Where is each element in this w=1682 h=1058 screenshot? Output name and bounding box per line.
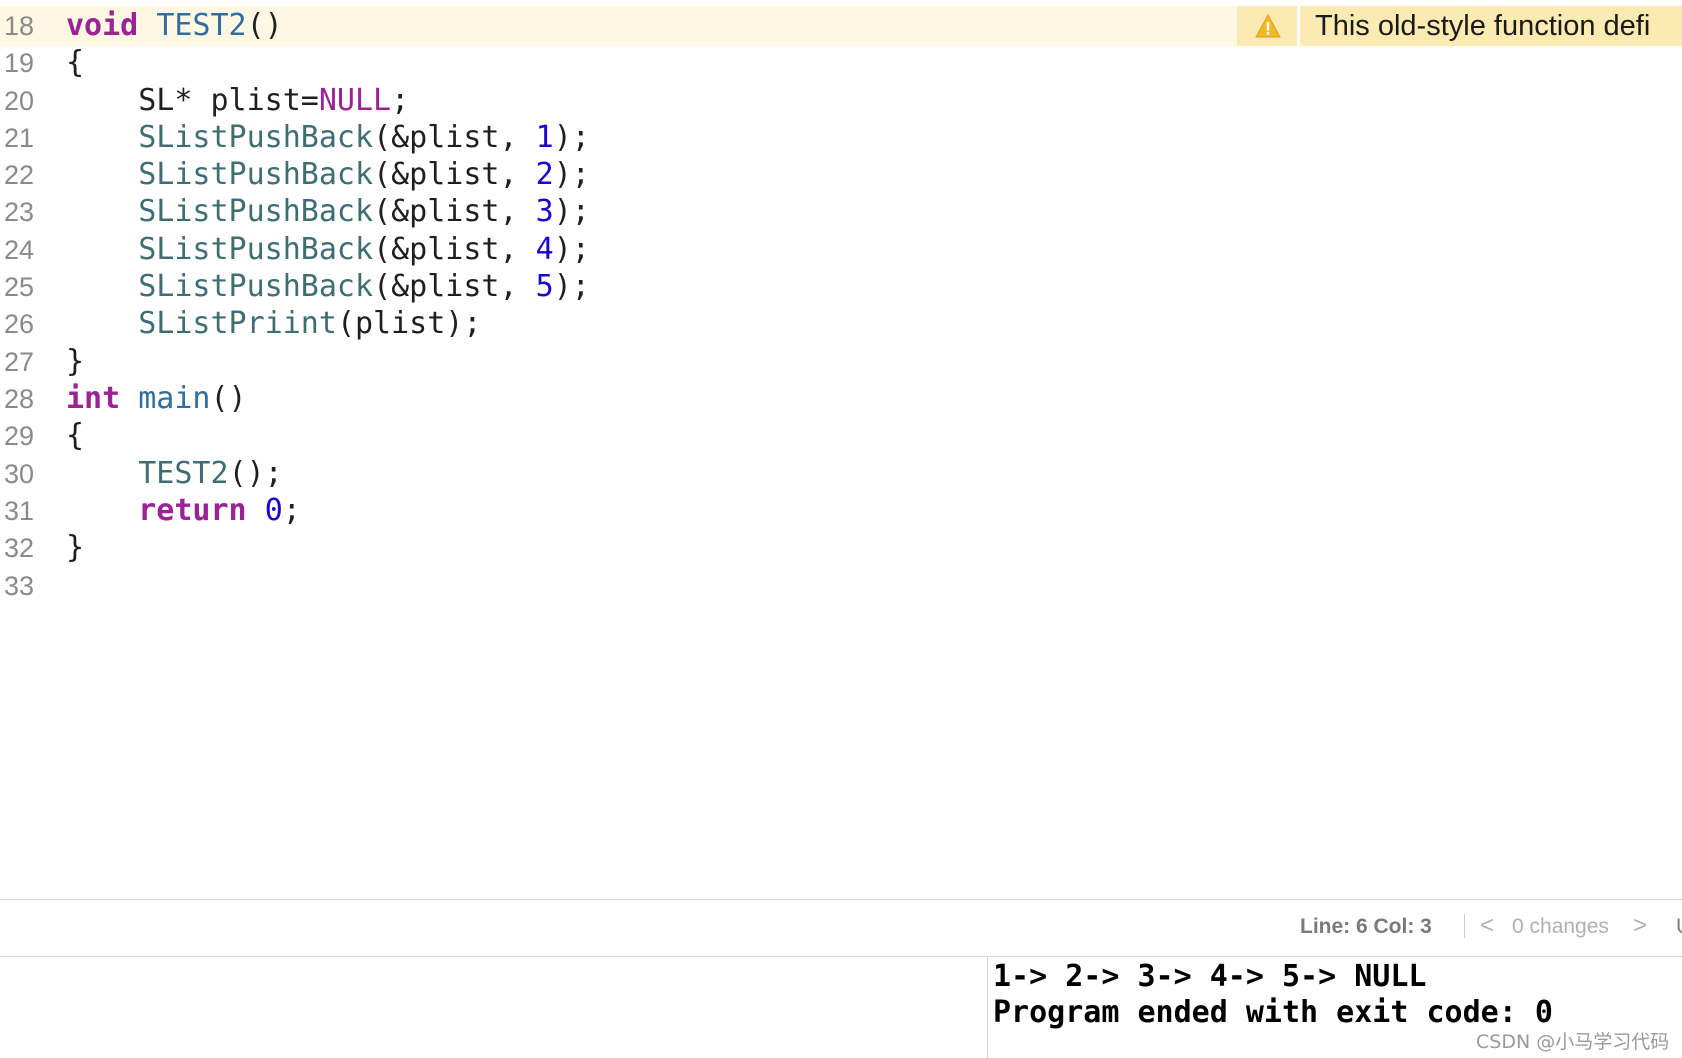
function-name: main <box>138 381 211 416</box>
line-number: 24 <box>3 235 34 265</box>
code-text[interactable]: SL* plist=NULL; <box>66 81 409 121</box>
punctuation: ); <box>553 120 590 155</box>
punctuation: ; <box>391 83 410 118</box>
console-line: Program ended with exit code: 0 <box>993 995 1553 1030</box>
code-line[interactable]: 20 SL* plist=NULL; <box>0 81 1682 121</box>
number-literal: 2 <box>535 157 554 192</box>
code-text[interactable]: { <box>66 416 84 456</box>
code-line[interactable]: 22 SListPushBack(&plist, 2); <box>0 155 1682 195</box>
punctuation: () <box>246 8 283 43</box>
code-text[interactable]: return 0; <box>66 491 301 531</box>
punctuation: () <box>210 381 247 416</box>
warning-icon-box[interactable] <box>1237 6 1300 46</box>
warning-triangle-icon <box>1255 14 1281 38</box>
code-line[interactable]: 31 return 0; <box>0 491 1682 531</box>
code-text[interactable]: void TEST2() <box>66 6 283 46</box>
declaration: SL* plist= <box>138 83 319 118</box>
code-line[interactable]: 30 TEST2(); <box>0 454 1682 494</box>
line-number: 31 <box>3 496 34 526</box>
arguments: (); <box>228 456 283 491</box>
punctuation: ; <box>282 493 301 528</box>
arguments: (&plist, <box>373 157 536 192</box>
arguments: (&plist, <box>373 232 536 267</box>
code-line[interactable]: 33 <box>0 566 1682 606</box>
code-line[interactable]: 21 SListPushBack(&plist, 1); <box>0 118 1682 158</box>
function-call: SListPushBack <box>138 120 374 155</box>
divider[interactable] <box>987 957 988 1058</box>
number-literal: 0 <box>264 493 283 528</box>
keyword: int <box>66 381 121 416</box>
arguments: (&plist, <box>373 120 536 155</box>
line-number: 21 <box>3 123 34 153</box>
line-number: 32 <box>3 533 34 563</box>
number-literal: 5 <box>535 269 554 304</box>
function-call: SListPushBack <box>138 157 374 192</box>
code-text[interactable]: } <box>66 342 84 382</box>
line-number: 20 <box>3 86 34 116</box>
punctuation: ); <box>553 194 590 229</box>
punctuation: ); <box>553 157 590 192</box>
number-literal: 3 <box>535 194 554 229</box>
line-number: 18 <box>3 11 34 41</box>
code-text[interactable]: SListPushBack(&plist, 3); <box>66 192 590 232</box>
changes-count: 0 changes <box>1512 915 1609 938</box>
keyword: void <box>66 8 139 43</box>
arguments: (&plist, <box>373 194 536 229</box>
line-number: 23 <box>3 197 34 227</box>
line-number: 30 <box>3 459 34 489</box>
code-text[interactable]: SListPushBack(&plist, 5); <box>66 267 590 307</box>
code-text[interactable]: SListPushBack(&plist, 1); <box>66 118 590 158</box>
divider <box>1464 914 1465 938</box>
variables-view[interactable] <box>0 957 987 1058</box>
code-line[interactable]: 24 SListPushBack(&plist, 4); <box>0 230 1682 270</box>
line-number: 25 <box>3 272 34 302</box>
cursor-position: Line: 6 Col: 3 <box>1300 915 1432 938</box>
code-line[interactable]: 19 { <box>0 43 1682 83</box>
arguments: (plist); <box>336 306 482 341</box>
function-call: SListPushBack <box>138 232 374 267</box>
line-number: 27 <box>3 347 34 377</box>
line-number: 26 <box>3 309 34 339</box>
next-change-button[interactable]: > <box>1633 912 1647 940</box>
code-line[interactable]: 32 } <box>0 528 1682 568</box>
code-line[interactable]: 26 SListPriint(plist); <box>0 304 1682 344</box>
macro: NULL <box>318 83 392 118</box>
previous-change-button[interactable]: < <box>1480 912 1494 940</box>
watermark: CSDN @小马学习代码 <box>1476 1031 1670 1053</box>
code-line[interactable]: 25 SListPushBack(&plist, 5); <box>0 267 1682 307</box>
code-line[interactable]: 23 SListPushBack(&plist, 3); <box>0 192 1682 232</box>
status-bar: Line: 6 Col: 3 < 0 changes > U <box>0 900 1682 956</box>
code-text[interactable]: int main() <box>66 379 247 419</box>
code-line[interactable]: 29 { <box>0 416 1682 456</box>
number-literal: 1 <box>535 120 554 155</box>
warning-message: This old-style function defi <box>1315 10 1651 42</box>
code-text[interactable]: SListPushBack(&plist, 4); <box>66 230 590 270</box>
code-text[interactable]: } <box>66 528 84 568</box>
line-number: 29 <box>3 421 34 451</box>
line-number: 33 <box>3 571 34 601</box>
code-text[interactable]: { <box>66 43 84 83</box>
line-number: 19 <box>3 48 34 78</box>
status-bar-item-truncated[interactable]: U <box>1676 915 1682 939</box>
punctuation: ); <box>553 269 590 304</box>
warning-annotation[interactable]: This old-style function defi <box>1237 6 1682 46</box>
function-name: TEST2 <box>156 8 247 43</box>
keyword: return <box>138 493 247 528</box>
line-number: 22 <box>3 160 34 190</box>
code-text[interactable]: SListPushBack(&plist, 2); <box>66 155 590 195</box>
code-editor[interactable]: 18 void TEST2() 19 { 20 SL* plist=NULL; … <box>0 0 1682 898</box>
function-call: SListPushBack <box>138 194 374 229</box>
console-line: 1-> 2-> 3-> 4-> 5-> NULL <box>993 959 1427 994</box>
code-text[interactable]: SListPriint(plist); <box>66 304 481 344</box>
punctuation: ); <box>553 232 590 267</box>
function-call: SListPushBack <box>138 269 374 304</box>
function-call: SListPriint <box>138 306 337 341</box>
arguments: (&plist, <box>373 269 536 304</box>
line-number: 28 <box>3 384 34 414</box>
number-literal: 4 <box>535 232 554 267</box>
code-line[interactable]: 28 int main() <box>0 379 1682 419</box>
code-line[interactable]: 27 } <box>0 342 1682 382</box>
function-call: TEST2 <box>138 456 229 491</box>
code-text[interactable]: TEST2(); <box>66 454 283 494</box>
